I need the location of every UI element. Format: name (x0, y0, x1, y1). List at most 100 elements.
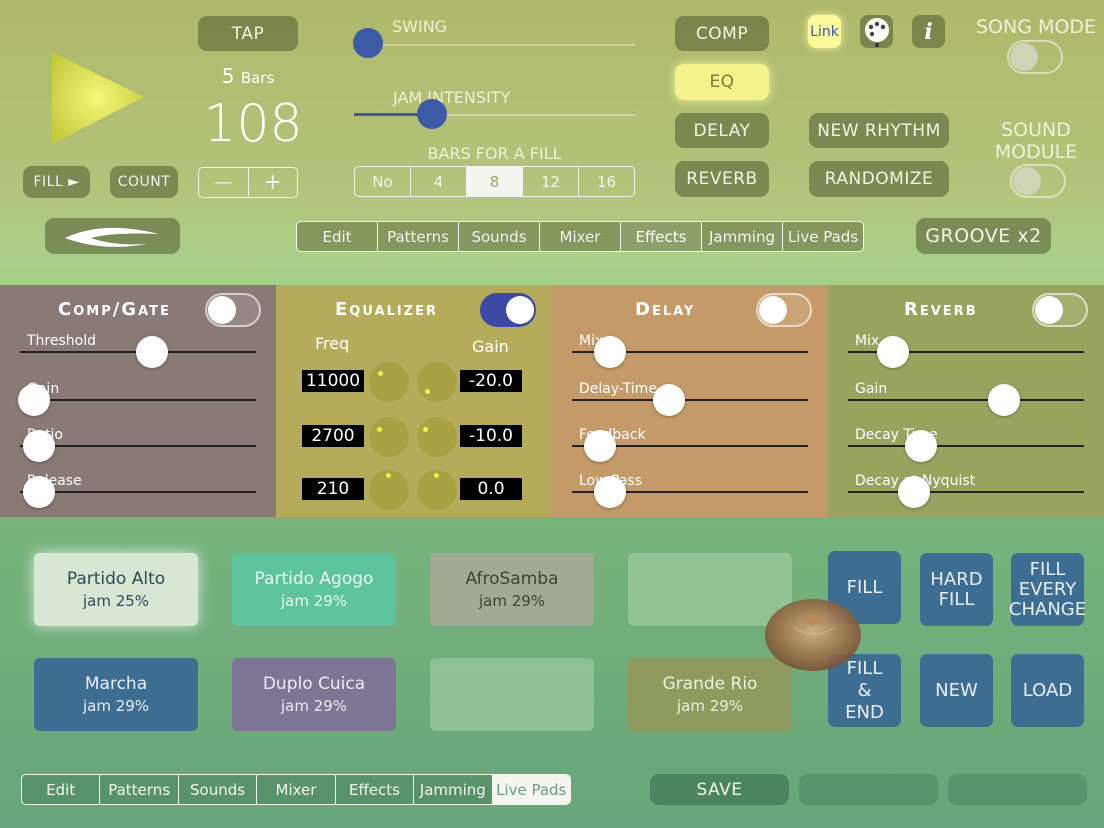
fill-end-line3: END (845, 701, 884, 723)
eq-freq-value[interactable]: 11000 (302, 370, 364, 392)
comp-slider-knob[interactable] (22, 430, 55, 462)
top-tab-patterns[interactable]: Patterns (378, 222, 459, 251)
tempo-minus-button[interactable]: — (199, 168, 249, 197)
jam-intensity-slider-knob[interactable] (417, 99, 447, 129)
bars-option-12[interactable]: 12 (523, 167, 579, 196)
delay-button[interactable]: DELAY (675, 113, 769, 148)
sound-module-line2: MODULE (994, 141, 1078, 163)
eq-freq-knob[interactable] (369, 362, 409, 402)
bars-option-4[interactable]: 4 (411, 167, 467, 196)
top-tab-bar[interactable]: Edit Patterns Sounds Mixer Effects Jammi… (296, 221, 864, 252)
reverb-slider-label: Gain (855, 381, 888, 397)
bars-option-no[interactable]: No (355, 167, 411, 196)
live-pad-partido-alto[interactable]: Partido Alto jam 25% (34, 553, 198, 626)
top-tab-jamming[interactable]: Jamming (702, 222, 783, 251)
reverb-toggle[interactable] (1032, 293, 1088, 327)
delay-slider-knob[interactable] (652, 384, 685, 416)
eq-gain-value[interactable]: 0.0 (460, 478, 522, 500)
live-pad-afrosamba[interactable]: AfroSamba jam 29% (430, 553, 594, 626)
fill-every-change-button[interactable]: FILL EVERY CHANGE (1008, 553, 1087, 626)
top-tab-edit[interactable]: Edit (297, 222, 378, 251)
new-rhythm-button[interactable]: NEW RHYTHM (809, 113, 949, 148)
comp-slider-knob[interactable] (136, 336, 168, 368)
live-pad-marcha[interactable]: Marcha jam 29% (34, 658, 198, 731)
delay-toggle[interactable] (756, 293, 812, 327)
delay-slider-knob[interactable] (584, 430, 617, 462)
live-pad-partido-agogo[interactable]: Partido Agogo jam 29% (232, 553, 396, 626)
palette-button[interactable] (860, 15, 893, 48)
delay-panel: Delay MixDelay-TimeFeedbackLow Pass (552, 285, 828, 517)
comp-slider-knob[interactable] (22, 476, 55, 508)
eq-button[interactable]: EQ (675, 64, 769, 100)
top-tab-live-pads[interactable]: Live Pads (783, 222, 863, 251)
play-button[interactable] (44, 50, 148, 146)
comp-button[interactable]: COMP (675, 16, 769, 51)
sound-module-line1: SOUND (1001, 119, 1071, 141)
bottom-tab-live-pads[interactable]: Live Pads (492, 775, 570, 804)
randomize-button[interactable]: RANDOMIZE (809, 161, 949, 197)
play-triangle-icon (52, 52, 144, 144)
save-button[interactable]: SAVE (650, 774, 789, 805)
swing-slider-knob[interactable] (353, 28, 383, 58)
hard-fill-button[interactable]: HARD FILL (920, 553, 993, 626)
bars-option-16[interactable]: 16 (579, 167, 634, 196)
bottom-tab-patterns[interactable]: Patterns (100, 775, 179, 804)
live-pad-duplo-cuica[interactable]: Duplo Cuica jam 29% (232, 658, 396, 731)
reverb-slider-knob[interactable] (897, 476, 930, 508)
eq-gain-knob[interactable] (417, 470, 457, 510)
fill-button[interactable]: FILL ► (23, 166, 90, 198)
reverb-slider-track (848, 445, 1084, 447)
eq-gain-knob[interactable] (417, 362, 457, 402)
bottom-tab-jamming[interactable]: Jamming (414, 775, 493, 804)
eq-gain-knob[interactable] (417, 417, 457, 457)
cymbal-button[interactable] (764, 598, 862, 672)
eq-freq-knob[interactable] (369, 417, 409, 457)
count-button[interactable]: COUNT (110, 166, 178, 198)
pad-jam: jam 29% (280, 591, 348, 610)
pad-jam: jam 29% (676, 696, 744, 715)
top-tab-effects[interactable]: Effects (621, 222, 702, 251)
load-pad-button[interactable]: LOAD (1011, 654, 1084, 727)
tempo-display: 108 (203, 94, 303, 154)
sound-module-toggle[interactable] (1010, 164, 1066, 198)
link-button[interactable]: Link (808, 15, 841, 48)
comp-gate-toggle[interactable] (205, 293, 261, 327)
tap-button[interactable]: TAP (198, 16, 298, 51)
comp-slider-label: Threshold (27, 333, 96, 349)
eq-freq-value[interactable]: 210 (302, 478, 364, 500)
link-label: Link (810, 23, 839, 40)
tempo-stepper[interactable]: — + (198, 167, 298, 198)
eq-gain-value[interactable]: -20.0 (460, 370, 522, 392)
top-tab-mixer[interactable]: Mixer (540, 222, 621, 251)
bars-option-8[interactable]: 8 (467, 167, 523, 196)
groove-button[interactable]: GROOVE x2 (916, 218, 1051, 254)
eq-freq-value[interactable]: 2700 (302, 425, 364, 447)
info-button[interactable]: i (912, 15, 945, 48)
eq-freq-knob[interactable] (369, 470, 409, 510)
delay-slider-knob[interactable] (593, 336, 626, 368)
delay-slider-knob[interactable] (593, 476, 626, 508)
reverb-slider-knob[interactable] (987, 384, 1020, 416)
bottom-tab-effects[interactable]: Effects (336, 775, 415, 804)
reverb-slider-knob[interactable] (876, 336, 909, 368)
bars-count: 5 Bars (198, 64, 298, 88)
bottom-tab-edit[interactable]: Edit (22, 775, 101, 804)
equalizer-toggle[interactable] (480, 293, 536, 327)
cymbal-icon (765, 599, 861, 671)
live-pad-empty[interactable] (430, 658, 594, 731)
song-mode-toggle[interactable] (1007, 40, 1063, 74)
new-pad-button[interactable]: NEW (920, 654, 993, 727)
bottom-tab-bar[interactable]: Edit Patterns Sounds Mixer Effects Jammi… (21, 774, 571, 805)
eq-gain-value[interactable]: -10.0 (460, 425, 522, 447)
bottom-tab-mixer[interactable]: Mixer (257, 775, 336, 804)
back-button[interactable] (45, 218, 180, 254)
bars-for-fill-selector[interactable]: No 4 8 12 16 (354, 166, 635, 197)
pad-name: Grande Rio (662, 673, 758, 694)
bottom-tab-sounds[interactable]: Sounds (179, 775, 258, 804)
reverb-button[interactable]: REVERB (675, 161, 769, 197)
tempo-plus-button[interactable]: + (249, 168, 298, 197)
top-tab-sounds[interactable]: Sounds (459, 222, 540, 251)
reverb-slider-knob[interactable] (905, 430, 937, 462)
fill-every-line3: CHANGE (1008, 598, 1087, 620)
comp-slider-knob[interactable] (18, 384, 50, 416)
